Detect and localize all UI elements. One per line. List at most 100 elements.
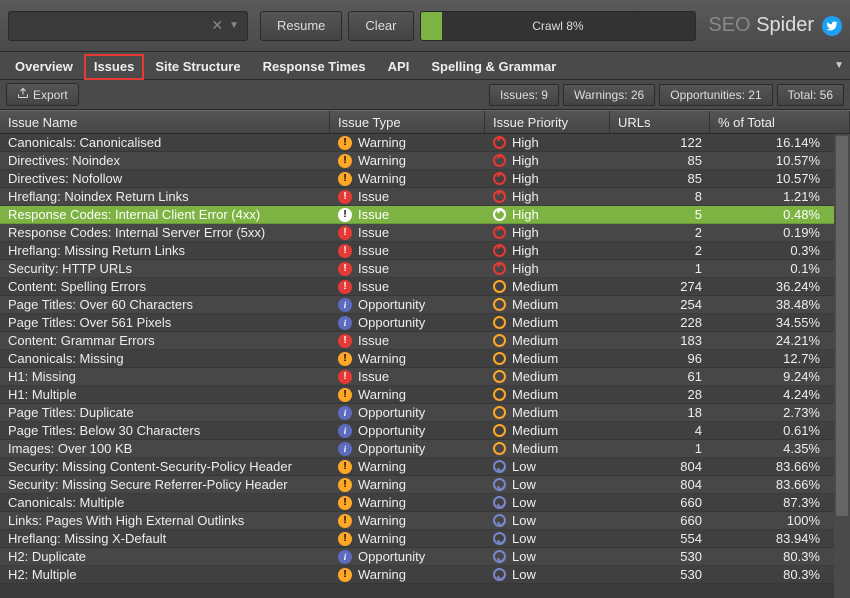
table-row[interactable]: Page Titles: DuplicateOpportunityMedium1… [0,404,850,422]
cell-pct: 87.3% [710,495,850,510]
stat-opportunities[interactable]: Opportunities: 21 [659,84,772,106]
table-row[interactable]: Canonicals: MultipleWarningLow66087.3% [0,494,850,512]
cell-name: Response Codes: Internal Client Error (4… [0,207,330,222]
vertical-scrollbar[interactable] [834,134,850,598]
tab-spelling-grammar[interactable]: Spelling & Grammar [420,54,567,80]
table-row[interactable]: H1: MissingIssueMedium619.24% [0,368,850,386]
table-row[interactable]: Canonicals: CanonicalisedWarningHigh1221… [0,134,850,152]
cell-pct: 10.57% [710,171,850,186]
table-row[interactable]: Page Titles: Over 561 PixelsOpportunityM… [0,314,850,332]
col-urls[interactable]: URLs [610,111,710,133]
cell-priority: Medium [485,315,610,330]
cell-urls: 1 [610,261,710,276]
stat-total[interactable]: Total: 56 [777,84,844,106]
cell-type: Warning [330,495,485,510]
cell-name: Hreflang: Noindex Return Links [0,189,330,204]
cell-pct: 2.73% [710,405,850,420]
table-row[interactable]: Links: Pages With High External Outlinks… [0,512,850,530]
cell-pct: 34.55% [710,315,850,330]
cell-name: Canonicals: Canonicalised [0,135,330,150]
priority-high-icon [493,190,506,203]
cell-name: Images: Over 100 KB [0,441,330,456]
cell-pct: 36.24% [710,279,850,294]
cell-type: Issue [330,243,485,258]
crawl-progress: Crawl 8% [420,11,697,41]
table-row[interactable]: Hreflang: Missing Return LinksIssueHigh2… [0,242,850,260]
cell-priority: Low [485,567,610,582]
export-label: Export [33,88,68,102]
scroll-thumb[interactable] [836,136,848,516]
info-icon [338,406,352,420]
tabs-bar: OverviewIssuesSite StructureResponse Tim… [0,52,850,80]
table-row[interactable]: Response Codes: Internal Server Error (5… [0,224,850,242]
tab-response-times[interactable]: Response Times [252,54,377,80]
col-issue-priority[interactable]: Issue Priority [485,111,610,133]
table-row[interactable]: H1: MultipleWarningMedium284.24% [0,386,850,404]
cell-name: H2: Multiple [0,567,330,582]
table-row[interactable]: Security: Missing Secure Referrer-Policy… [0,476,850,494]
warning-icon [338,568,352,582]
info-icon [338,550,352,564]
stat-issues[interactable]: Issues: 9 [489,84,559,106]
cell-priority: Medium [485,369,610,384]
table-row[interactable]: Security: Missing Content-Security-Polic… [0,458,850,476]
tab-api[interactable]: API [377,54,421,80]
table-row[interactable]: Images: Over 100 KBOpportunityMedium14.3… [0,440,850,458]
url-input-box[interactable]: ✕ ▼ [8,11,248,41]
tab-site-structure[interactable]: Site Structure [144,54,251,80]
cell-priority: High [485,171,610,186]
table-row[interactable]: Page Titles: Below 30 CharactersOpportun… [0,422,850,440]
warning-icon [338,136,352,150]
close-icon[interactable]: ✕ [211,17,223,34]
table-row[interactable]: Directives: NofollowWarningHigh8510.57% [0,170,850,188]
chevron-down-icon[interactable]: ▼ [229,20,239,31]
clear-button[interactable]: Clear [348,11,413,41]
col-pct-total[interactable]: % of Total [710,111,850,133]
stat-warnings[interactable]: Warnings: 26 [563,84,655,106]
table-row[interactable]: H2: DuplicateOpportunityLow53080.3% [0,548,850,566]
cell-type: Warning [330,477,485,492]
twitter-icon[interactable] [822,16,842,36]
resume-button[interactable]: Resume [260,11,342,41]
cell-name: Content: Grammar Errors [0,333,330,348]
info-icon [338,442,352,456]
issue-icon [338,280,352,294]
warning-icon [338,154,352,168]
table-row[interactable]: Security: HTTP URLsIssueHigh10.1% [0,260,850,278]
cell-priority: Low [485,459,610,474]
export-button[interactable]: Export [6,83,79,106]
issues-table: Issue Name Issue Type Issue Priority URL… [0,110,850,594]
table-row[interactable]: Directives: NoindexWarningHigh8510.57% [0,152,850,170]
col-issue-name[interactable]: Issue Name [0,111,330,133]
table-row[interactable]: Response Codes: Internal Client Error (4… [0,206,850,224]
cell-name: Links: Pages With High External Outlinks [0,513,330,528]
info-icon [338,316,352,330]
table-header: Issue Name Issue Type Issue Priority URL… [0,110,850,134]
priority-high-icon [493,136,506,149]
table-row[interactable]: Hreflang: Noindex Return LinksIssueHigh8… [0,188,850,206]
cell-pct: 4.35% [710,441,850,456]
tab-issues[interactable]: Issues [84,54,144,80]
table-row[interactable]: Content: Spelling ErrorsIssueMedium27436… [0,278,850,296]
table-row[interactable]: Canonicals: MissingWarningMedium9612.7% [0,350,850,368]
tab-overview[interactable]: Overview [4,54,84,80]
tabs-overflow-icon[interactable]: ▼ [834,60,844,71]
cell-urls: 2 [610,243,710,258]
cell-type: Opportunity [330,297,485,312]
cell-name: Content: Spelling Errors [0,279,330,294]
table-row[interactable]: Page Titles: Over 60 CharactersOpportuni… [0,296,850,314]
cell-urls: 4 [610,423,710,438]
cell-pct: 0.1% [710,261,850,276]
priority-low-icon [493,496,506,509]
priority-high-icon [493,208,506,221]
cell-priority: Medium [485,279,610,294]
priority-low-icon [493,568,506,581]
info-icon [338,298,352,312]
priority-low-icon [493,514,506,527]
brand-logo: SEO Spider [708,14,814,37]
table-row[interactable]: Content: Grammar ErrorsIssueMedium18324.… [0,332,850,350]
cell-pct: 80.3% [710,549,850,564]
table-row[interactable]: H2: MultipleWarningLow53080.3% [0,566,850,584]
table-row[interactable]: Hreflang: Missing X-DefaultWarningLow554… [0,530,850,548]
col-issue-type[interactable]: Issue Type [330,111,485,133]
